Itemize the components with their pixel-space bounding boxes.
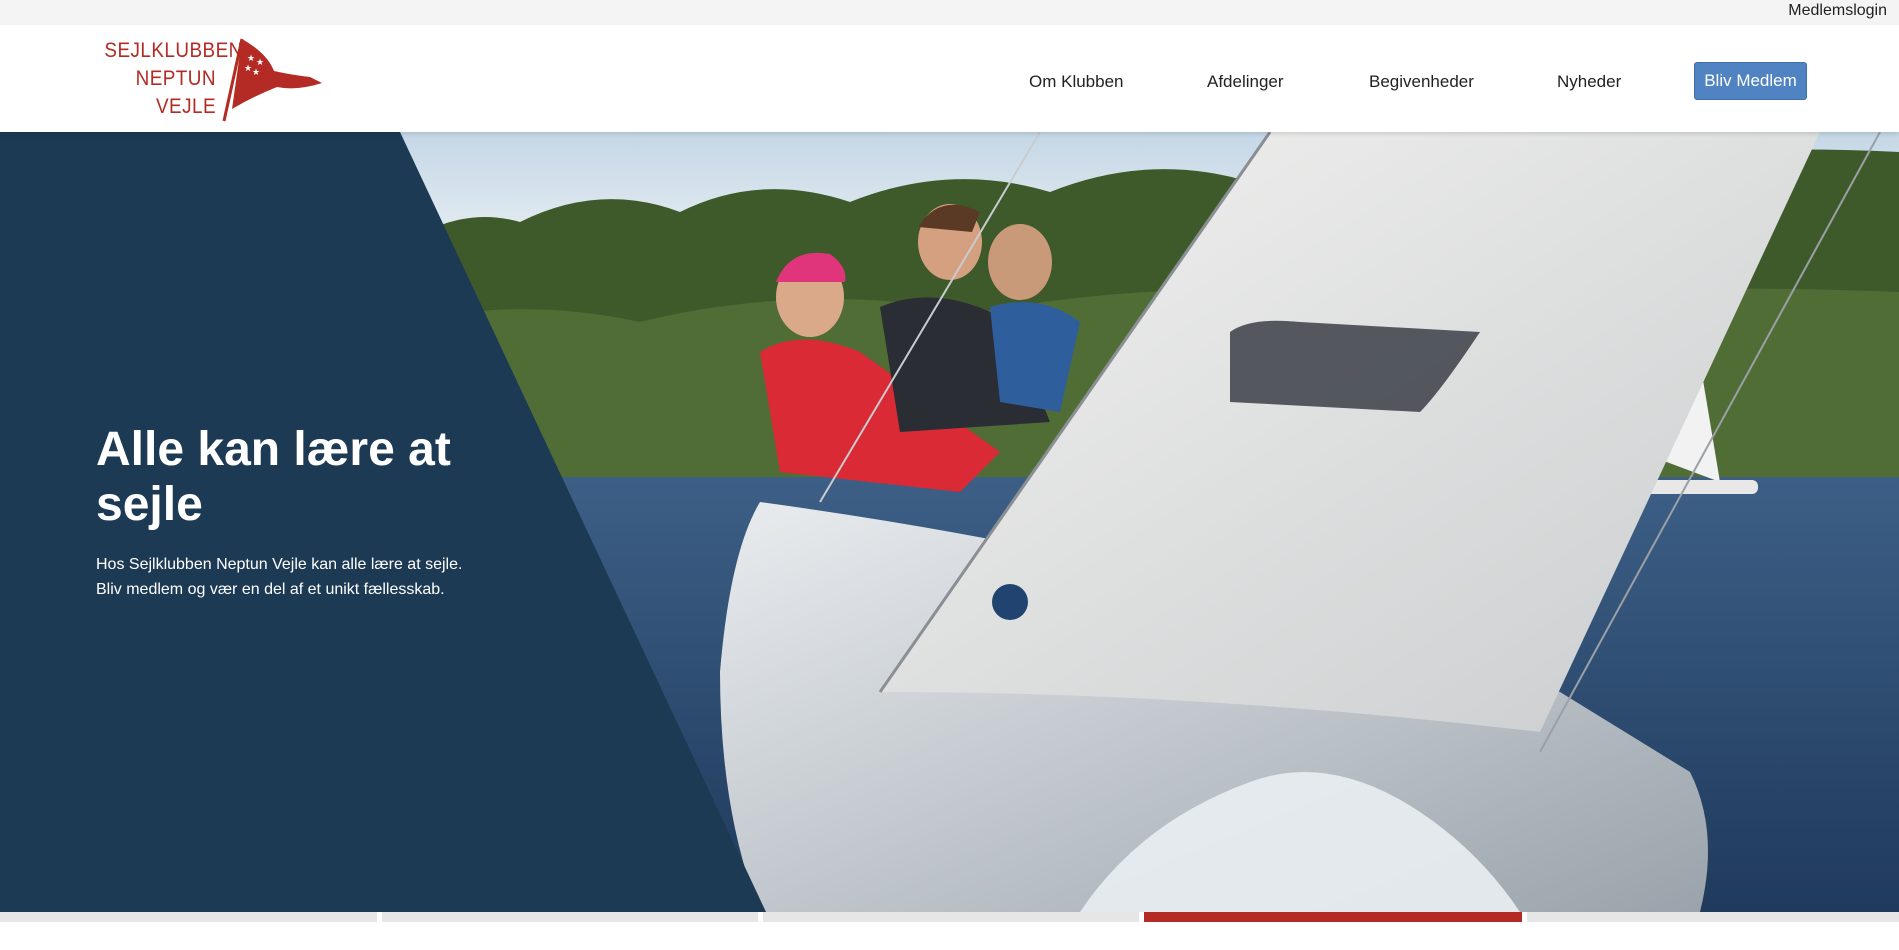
hero-title: Alle kan lære at sejle bbox=[96, 423, 451, 531]
main-nav: Om Klubben Afdelinger Begivenheder Nyhed… bbox=[0, 25, 1899, 132]
slide-indicator-5[interactable] bbox=[1527, 912, 1899, 922]
page-continuation bbox=[0, 922, 1899, 950]
slide-indicator-3[interactable] bbox=[763, 912, 1139, 922]
become-member-button[interactable]: Bliv Medlem bbox=[1694, 62, 1807, 100]
hero-subtitle: Hos Sejlklubben Neptun Vejle kan alle læ… bbox=[96, 552, 516, 602]
hero-subtitle-line-2: Bliv medlem og vær en del af et unikt fæ… bbox=[96, 581, 445, 598]
member-login-link[interactable]: Medlemslogin bbox=[1788, 2, 1887, 20]
slide-indicator-1[interactable] bbox=[0, 912, 377, 922]
slide-indicator-4-active[interactable] bbox=[1144, 912, 1522, 922]
hero-subtitle-line-1: Hos Sejlklubben Neptun Vejle kan alle læ… bbox=[96, 556, 463, 573]
nav-item-afdelinger[interactable]: Afdelinger bbox=[1207, 72, 1284, 92]
nav-item-begivenheder[interactable]: Begivenheder bbox=[1369, 72, 1474, 92]
site-header: SEJLKLUBBEN NEPTUN VEJLE ★ ★ ★ ★ Om Klub… bbox=[0, 25, 1899, 132]
nav-item-nyheder[interactable]: Nyheder bbox=[1557, 72, 1621, 92]
nav-item-om-klubben[interactable]: Om Klubben bbox=[1029, 72, 1124, 92]
top-bar: Medlemslogin bbox=[0, 0, 1899, 25]
slide-indicator-2[interactable] bbox=[382, 912, 758, 922]
hero-banner: Alle kan lære at sejle Hos Sejlklubben N… bbox=[0, 132, 1899, 912]
